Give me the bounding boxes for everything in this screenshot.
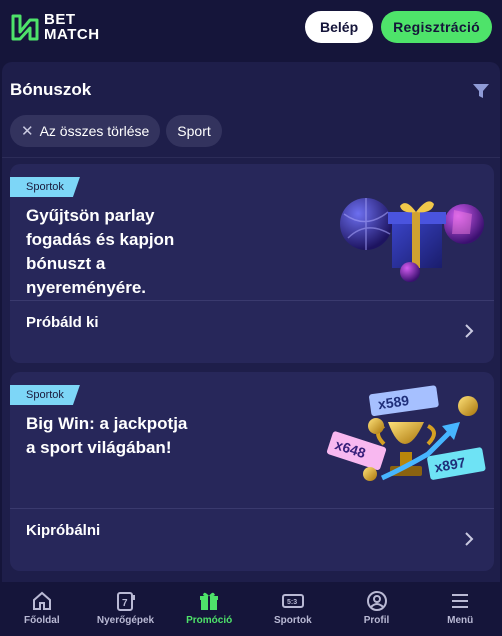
sport-filter-chip[interactable]: Sport	[166, 115, 222, 147]
promo-card[interactable]: Sportok Gyűjtsön parlay fogadás és kapjo…	[10, 164, 494, 363]
scoreboard-score: 5:3	[287, 599, 297, 606]
try-it-link[interactable]: Kipróbálni	[26, 522, 100, 539]
chevron-right-icon[interactable]	[464, 324, 474, 338]
filter-icon[interactable]	[472, 82, 490, 100]
clear-all-label: Az összes törlése	[39, 123, 150, 139]
promo-title-line: Big Win: a jackpotja	[26, 414, 188, 433]
bonus-panel: Bónuszok ✕ Az összes törlése Sport Sport…	[2, 62, 500, 582]
promo-title: Gyűjtsön parlay fogadás és kapjon bónusz…	[26, 204, 174, 300]
slot-machine-icon: 7	[116, 592, 135, 611]
logo-text-line2: MATCH	[44, 26, 100, 43]
category-badge: Sportok	[10, 177, 80, 197]
menu-icon	[452, 594, 469, 608]
card-separator	[10, 508, 494, 509]
nav-item-slots[interactable]: 7 Nyerőgépek	[84, 582, 168, 636]
close-icon: ✕	[21, 123, 34, 140]
promo-title-line: nyereményére.	[26, 278, 147, 297]
profile-icon	[366, 591, 387, 611]
nav-label: Nyerőgépek	[96, 615, 155, 626]
nav-item-promotions[interactable]: Promóció	[167, 582, 251, 636]
svg-text:7: 7	[122, 598, 128, 609]
login-button[interactable]: Belép	[305, 11, 374, 43]
home-icon	[32, 591, 51, 610]
top-header: BET MATCH Belép Regisztráció	[0, 0, 502, 54]
divider	[2, 157, 500, 158]
nav-label: Profil	[363, 615, 390, 626]
nav-label: Menü	[447, 615, 474, 626]
promo-title-line: bónuszt a	[26, 254, 106, 273]
nav-item-profile[interactable]: Profil	[335, 582, 419, 636]
chevron-right-icon[interactable]	[464, 532, 474, 546]
nav-item-sports[interactable]: 5:3 Sportok	[251, 582, 335, 636]
filter-chips: ✕ Az összes törlése Sport	[10, 115, 222, 147]
nav-item-home[interactable]: Főoldal	[0, 582, 84, 636]
register-button[interactable]: Regisztráció	[381, 11, 492, 43]
category-badge: Sportok	[10, 385, 80, 405]
nav-label: Promóció	[186, 615, 233, 626]
promo-illustration-balls-gift	[340, 198, 484, 282]
promo-illustration-trophy: x589 x648 x897	[326, 385, 486, 481]
logo-text: BET MATCH	[44, 12, 100, 42]
scoreboard-icon: 5:3	[281, 594, 304, 608]
logo-mark-icon	[11, 14, 39, 41]
gift-icon	[200, 592, 219, 610]
try-it-link[interactable]: Próbáld ki	[26, 314, 99, 331]
card-separator	[10, 300, 494, 301]
betmatch-logo[interactable]: BET MATCH	[10, 12, 100, 42]
promo-title-line: a sport világában!	[26, 438, 172, 457]
promo-card[interactable]: Sportok Big Win: a jackpotja a sport vil…	[10, 372, 494, 571]
clear-all-chip[interactable]: ✕ Az összes törlése	[10, 115, 161, 147]
page-title: Bónuszok	[10, 80, 92, 99]
promo-title-line: Gyűjtsön parlay	[26, 206, 155, 225]
bottom-navigation: Főoldal 7 Nyerőgépek Promóció 5:3 Sporto…	[0, 582, 502, 636]
nav-label: Sportok	[273, 615, 312, 626]
promo-title: Big Win: a jackpotja a sport világában!	[26, 412, 187, 460]
nav-item-menu[interactable]: Menü	[418, 582, 502, 636]
nav-label: Főoldal	[24, 615, 60, 626]
promo-title-line: fogadás és kapjon	[26, 230, 175, 249]
